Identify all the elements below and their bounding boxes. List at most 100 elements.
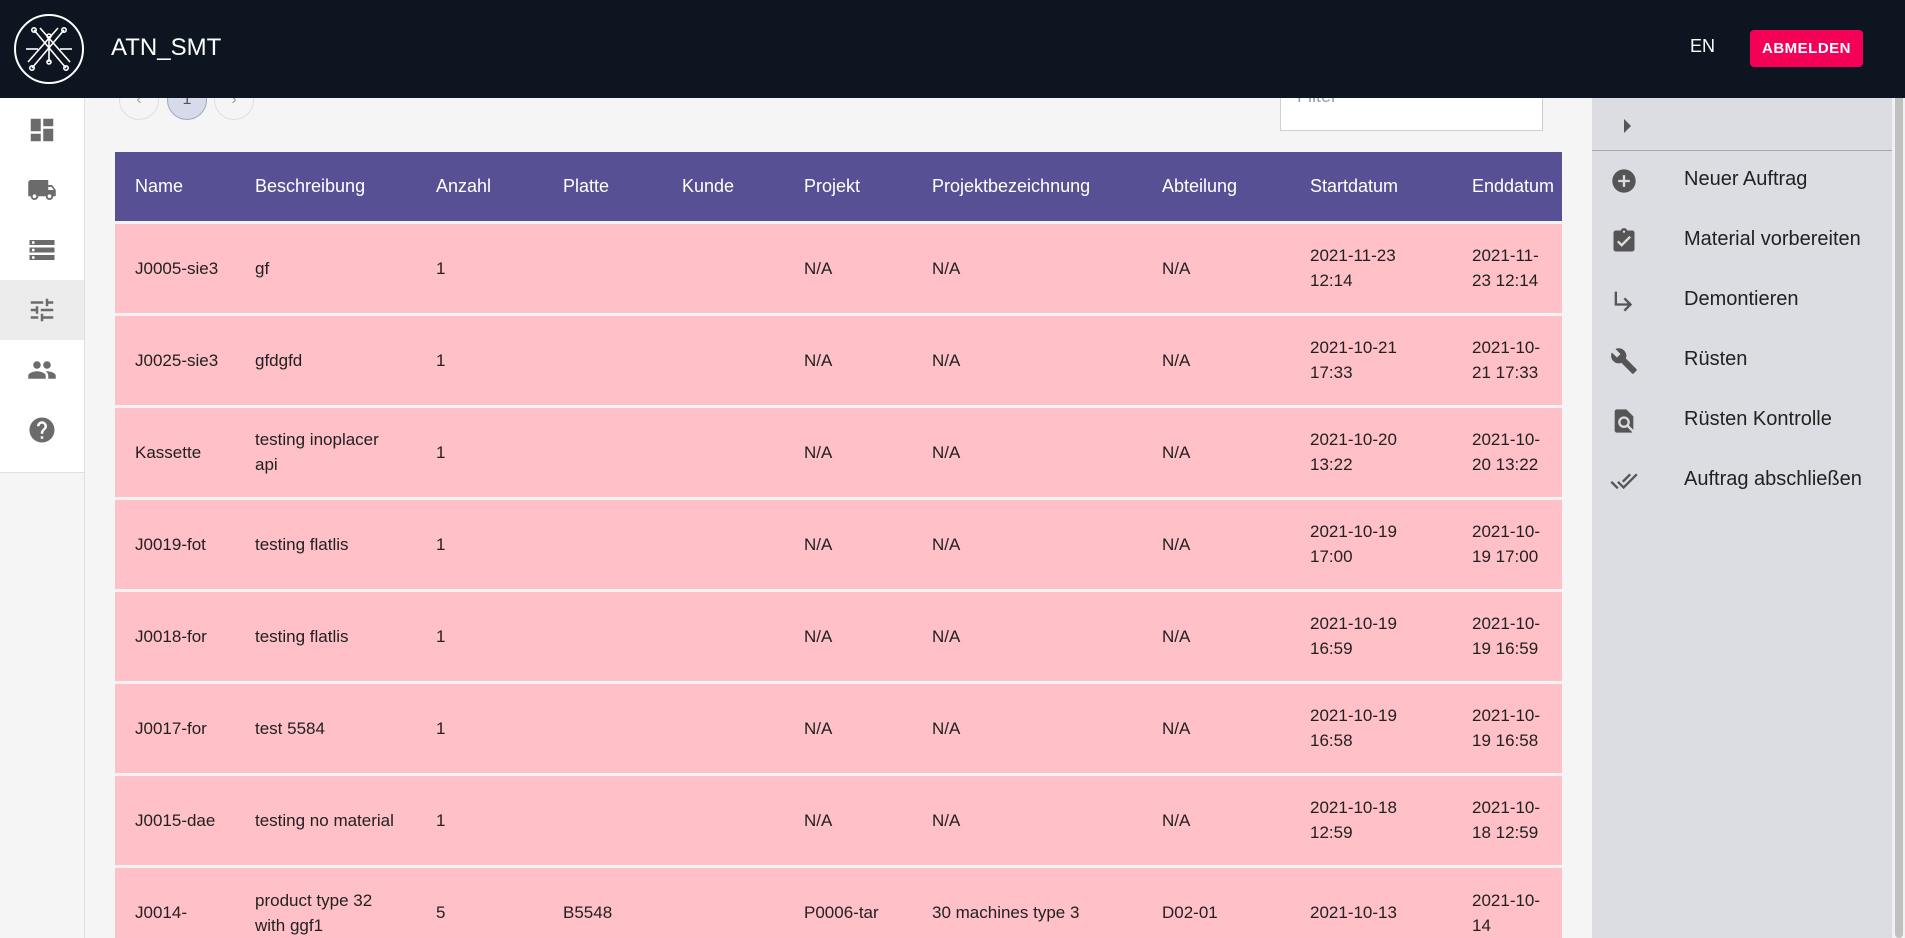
table-cell — [543, 220, 662, 314]
action-prepare-material[interactable]: Material vorbereiten — [1592, 215, 1892, 265]
action-complete-order[interactable]: Auftrag abschließen — [1592, 455, 1892, 505]
nav-settings[interactable] — [0, 280, 84, 340]
table-row[interactable]: J0017-for test 5584 1 N/A N/A N/A 2021-10-19 1… — [115, 680, 1562, 774]
table-cell: B5548 — [543, 864, 662, 938]
table-cell: N/A — [912, 220, 1142, 314]
nav-help[interactable] — [0, 400, 84, 460]
table-cell: 1 — [416, 220, 543, 314]
action-setup[interactable]: Rüsten — [1592, 335, 1892, 385]
table-cell: N/A — [912, 312, 1142, 406]
table-cell — [662, 772, 784, 866]
table-cell: 1 — [416, 680, 543, 774]
table-cell — [543, 588, 662, 682]
page-scrollbar-thumb[interactable] — [1895, 60, 1903, 938]
table-cell: N/A — [912, 772, 1142, 866]
table-cell: N/A — [1142, 220, 1290, 314]
table-cell: 2021-10-14 — [1452, 864, 1562, 938]
table-cell: J0019-fot — [115, 496, 235, 590]
nav-users[interactable] — [0, 340, 84, 400]
table-cell: 2021-10-19 16:58 — [1452, 680, 1562, 774]
table-cell: 1 — [416, 588, 543, 682]
table-cell: testing no material — [235, 772, 416, 866]
action-dismantle[interactable]: Demontieren — [1592, 275, 1892, 325]
nav-dashboard[interactable] — [0, 100, 84, 160]
table-cell — [662, 404, 784, 498]
table-cell: D02-01 — [1142, 864, 1290, 938]
column-header[interactable]: Projektbezeichnung — [912, 152, 1142, 222]
action-label: Neuer Auftrag — [1684, 168, 1808, 190]
action-label: Auftrag abschließen — [1684, 468, 1862, 490]
table-cell: J0015-dae — [115, 772, 235, 866]
column-header[interactable]: Enddatum — [1452, 152, 1562, 222]
column-header[interactable]: Startdatum — [1290, 152, 1452, 222]
nav-shipping[interactable] — [0, 160, 84, 220]
table-cell: 2021-10-18 12:59 — [1452, 772, 1562, 866]
table-cell: N/A — [784, 772, 912, 866]
table-row[interactable]: J0018-for testing flatlis 1 N/A N/A N/A 2021-1… — [115, 588, 1562, 682]
table-row[interactable]: J0019-fot testing flatlis 1 N/A N/A N/A 2021-1… — [115, 496, 1562, 590]
table-cell: N/A — [912, 496, 1142, 590]
table-cell: J0014- — [115, 864, 235, 938]
table-cell — [662, 680, 784, 774]
table-cell: 30 machines type 3 — [912, 864, 1142, 938]
action-label: Rüsten Kontrolle — [1684, 408, 1832, 430]
sidebar-divider — [84, 473, 85, 938]
table-cell: N/A — [1142, 404, 1290, 498]
table-row[interactable]: J0015-dae testing no material 1 N/A N/A N/A 20… — [115, 772, 1562, 866]
table-cell: N/A — [784, 312, 912, 406]
nav-storage[interactable] — [0, 220, 84, 280]
table-cell: J0005-sie3 — [115, 220, 235, 314]
table-row[interactable]: J0014- product type 32 with ggf1 5 B5548 P00… — [115, 864, 1562, 938]
panel-toggle-button[interactable] — [1592, 112, 1892, 150]
table-cell — [543, 312, 662, 406]
table-cell — [662, 588, 784, 682]
clipboard-check-icon — [1613, 228, 1635, 252]
app-logo[interactable] — [14, 14, 84, 84]
table-cell: 1 — [416, 772, 543, 866]
help-icon — [29, 417, 55, 443]
table-cell: gfdgfd — [235, 312, 416, 406]
table-cell: N/A — [1142, 312, 1290, 406]
column-header[interactable]: Anzahl — [416, 152, 543, 222]
add-circle-icon — [1612, 169, 1636, 193]
table-cell: N/A — [784, 496, 912, 590]
table-cell: N/A — [1142, 772, 1290, 866]
column-header[interactable]: Projekt — [784, 152, 912, 222]
action-setup-check[interactable]: Rüsten Kontrolle — [1592, 395, 1892, 445]
table-cell: N/A — [784, 680, 912, 774]
table-cell: J0025-sie3 — [115, 312, 235, 406]
table-row[interactable]: J0025-sie3 gfdgfd 1 N/A N/A N/A 2021-10-21 17:… — [115, 312, 1562, 406]
logout-button[interactable]: ABMELDEN — [1750, 30, 1863, 67]
app-title: ATN_SMT — [111, 34, 222, 61]
table-cell: 2021-10-19 16:59 — [1452, 588, 1562, 682]
table-row[interactable]: Kassette testing inoplacer api 1 N/A N/A N/A 2… — [115, 404, 1562, 498]
table-cell: N/A — [912, 588, 1142, 682]
table-cell: 2021-11-23 12:14 — [1452, 220, 1562, 314]
side-navigation — [0, 98, 85, 473]
table-cell: N/A — [1142, 496, 1290, 590]
column-header[interactable]: Beschreibung — [235, 152, 416, 222]
arrow-right-icon — [1624, 119, 1631, 133]
table-cell: N/A — [912, 680, 1142, 774]
table-cell: 2021-10-20 13:22 — [1290, 404, 1452, 498]
table-row[interactable]: J0005-sie3 gf 1 N/A N/A N/A 2021-11-23 12:14 20… — [115, 220, 1562, 314]
people-icon — [28, 361, 56, 379]
tune-icon — [30, 298, 54, 322]
table-cell — [662, 312, 784, 406]
table-cell: N/A — [1142, 588, 1290, 682]
action-new-order[interactable]: Neuer Auftrag — [1592, 155, 1892, 205]
action-label: Rüsten — [1684, 348, 1748, 370]
column-header[interactable]: Name — [115, 152, 235, 222]
subdirectory-arrow-icon — [1614, 291, 1633, 312]
column-header[interactable]: Kunde — [662, 152, 784, 222]
table-cell: 5 — [416, 864, 543, 938]
column-header[interactable]: Abteilung — [1142, 152, 1290, 222]
table-cell: P0006-tar — [784, 864, 912, 938]
table-body: J0005-sie3 gf 1 N/A N/A N/A 2021-11-23 12:14 20… — [115, 220, 1562, 938]
table-cell — [543, 404, 662, 498]
language-button[interactable]: EN — [1690, 36, 1715, 57]
circuit-logo-icon — [26, 27, 72, 71]
truck-icon — [28, 180, 56, 200]
table-cell: J0017-for — [115, 680, 235, 774]
column-header[interactable]: Platte — [543, 152, 662, 222]
